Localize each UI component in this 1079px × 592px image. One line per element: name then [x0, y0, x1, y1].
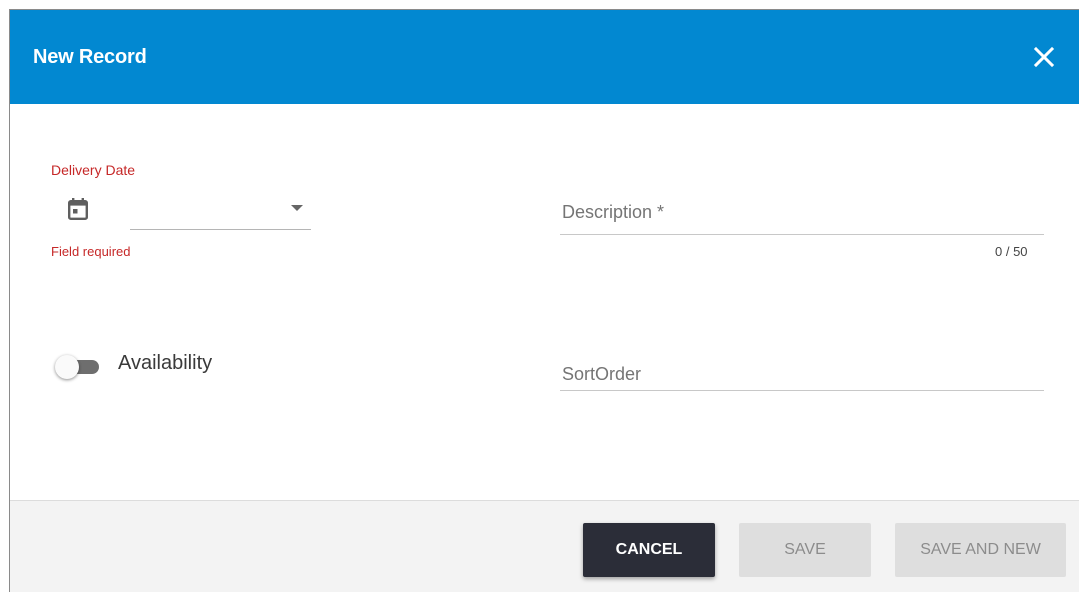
sort-order-placeholder: SortOrder — [562, 364, 642, 384]
calendar-icon[interactable] — [68, 198, 89, 221]
dialog-body — [10, 104, 1079, 500]
dialog-header: New Record — [10, 10, 1079, 104]
close-button[interactable] — [1030, 43, 1058, 71]
sort-order-input[interactable]: SortOrder — [560, 350, 1044, 391]
close-icon — [1033, 46, 1055, 68]
dialog-title: New Record — [33, 46, 147, 68]
save-button[interactable]: SAVE — [739, 523, 871, 577]
description-char-counter: 0 / 50 — [995, 244, 1028, 259]
description-input[interactable]: Description * — [560, 192, 1044, 235]
new-record-dialog: New Record Delivery Date Field required … — [9, 9, 1079, 592]
delivery-date-label: Delivery Date — [51, 162, 136, 178]
description-placeholder: Description * — [562, 202, 665, 222]
availability-toggle[interactable] — [51, 352, 107, 382]
delivery-date-select[interactable] — [130, 190, 311, 230]
save-and-new-button[interactable]: SAVE AND NEW — [895, 523, 1066, 577]
cancel-button[interactable]: CANCEL — [583, 523, 715, 577]
availability-label: Availability — [118, 352, 213, 374]
chevron-down-icon[interactable] — [291, 205, 303, 211]
delivery-date-error: Field required — [51, 244, 131, 259]
toggle-thumb — [55, 355, 79, 379]
